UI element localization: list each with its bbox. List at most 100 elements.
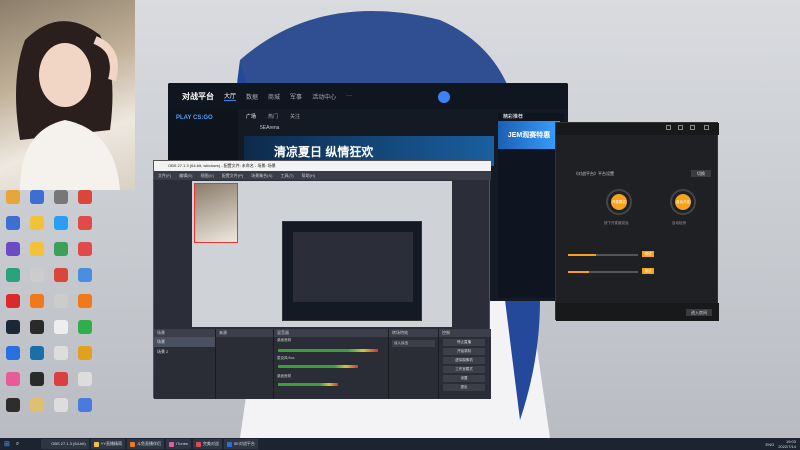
virtual-camera-button[interactable]: 虚拟摄像机: [443, 357, 485, 364]
user-name: 5EArena: [260, 125, 280, 131]
desktop-app-icon[interactable]: [50, 268, 72, 290]
desktop-app-icon[interactable]: [74, 398, 96, 420]
desktop-app-icon[interactable]: [2, 190, 24, 212]
menu-file[interactable]: 文件(F): [158, 173, 171, 179]
nav-lobby[interactable]: 大厅: [224, 91, 237, 101]
desktop-app-icon[interactable]: [2, 242, 24, 264]
close-icon[interactable]: [704, 125, 709, 130]
ptt-mode-toggle[interactable]: 开麦模式: [606, 189, 632, 215]
app-icon: [169, 441, 175, 447]
desktop-app-icon[interactable]: [74, 320, 96, 342]
taskbar-app-button[interactable]: 斗鱼直播伴侣: [127, 439, 165, 449]
desktop-app-icon[interactable]: [26, 398, 48, 420]
desktop-app-icon[interactable]: [26, 242, 48, 264]
desktop-app-icon[interactable]: [26, 346, 48, 368]
menu-tools[interactable]: 工具(T): [280, 173, 293, 179]
mic-test-button[interactable]: 测试: [642, 251, 654, 257]
desktop-app-icon[interactable]: [26, 216, 48, 238]
desktop-app-icon[interactable]: [74, 268, 96, 290]
desktop-app-icon[interactable]: [50, 294, 72, 316]
app-icon: [6, 294, 20, 308]
desktop-app-icon[interactable]: [74, 216, 96, 238]
desktop-app-icon[interactable]: [2, 398, 24, 420]
tab-hot[interactable]: 热门: [268, 113, 278, 120]
desktop-app-icon[interactable]: [26, 320, 48, 342]
desktop-app-icon[interactable]: [74, 294, 96, 316]
taskbar-app-button[interactable]: YY直播精简: [90, 439, 126, 449]
desktop-app-icon[interactable]: [50, 346, 72, 368]
taskbar-app-button[interactable]: 5E对战平台: [223, 439, 258, 449]
desktop-app-icon[interactable]: [50, 190, 72, 212]
settings-button[interactable]: 设置: [443, 375, 485, 382]
transition-select[interactable]: 淡入淡出: [392, 340, 435, 347]
jem-banner[interactable]: JEM观赛特惠: [498, 121, 560, 149]
obs-preview-canvas[interactable]: [192, 181, 452, 327]
menu-scene-collection[interactable]: 场景集合(S): [251, 173, 272, 179]
nav-store[interactable]: 商城: [268, 92, 280, 101]
taskbar-app-button[interactable]: OBS 27.1.3 (64-bit): [41, 439, 89, 449]
obs-window: OBS 27.1.3 (64-bit, windows) - 配置文件: 未命名…: [153, 160, 491, 399]
maximize-icon[interactable]: [678, 125, 683, 130]
desktop-app-icon[interactable]: [26, 190, 48, 212]
app-icon: [6, 372, 20, 386]
desktop-app-icon[interactable]: [50, 372, 72, 394]
desktop-app-icon[interactable]: [2, 268, 24, 290]
desktop-app-icon[interactable]: [50, 398, 72, 420]
stop-stream-button[interactable]: 停止直播: [443, 339, 485, 346]
taskbar-app-button[interactable]: 完美对战: [192, 439, 222, 449]
desktop-app-icon[interactable]: [2, 346, 24, 368]
desktop-app-icon[interactable]: [74, 346, 96, 368]
tab-follow[interactable]: 关注: [290, 113, 300, 120]
clock[interactable]: 19:03 2022/7/14: [778, 439, 796, 449]
mic-volume-slider[interactable]: [568, 254, 638, 256]
search-icon[interactable]: ⌕: [16, 441, 19, 448]
nav-military[interactable]: 军事: [290, 92, 302, 101]
app-icon: [195, 441, 201, 447]
desktop-app-icon[interactable]: [74, 372, 96, 394]
app-icon: [78, 268, 92, 282]
scene-item[interactable]: 场景 2: [154, 347, 215, 357]
tab-square[interactable]: 广场: [246, 113, 256, 120]
recommend-title: 精彩推荐: [503, 114, 524, 120]
speaker-test-button[interactable]: 测试: [642, 268, 654, 274]
studio-mode-button[interactable]: 工作室模式: [443, 366, 485, 373]
desktop-app-icon[interactable]: [74, 242, 96, 264]
app-icon: [54, 268, 68, 282]
menu-view[interactable]: 视图(V): [200, 173, 213, 179]
nav-more[interactable]: ···: [346, 93, 352, 99]
play-csgo-button[interactable]: PLAY CS:GO: [176, 115, 213, 121]
start-recording-button[interactable]: 开始录制: [443, 348, 485, 355]
menu-profile[interactable]: 配置文件(P): [222, 173, 243, 179]
desktop-app-icon[interactable]: [2, 320, 24, 342]
nav-data[interactable]: 数据: [246, 92, 258, 101]
desktop-app-icon[interactable]: [26, 268, 48, 290]
auto-mic-toggle[interactable]: 自动开麦: [670, 189, 696, 215]
menu-edit[interactable]: 编辑(E): [179, 173, 192, 179]
taskbar-app-label: YY直播精简: [100, 441, 123, 446]
desktop-app-icon[interactable]: [50, 320, 72, 342]
desktop-app-icon[interactable]: [50, 216, 72, 238]
language-indicator[interactable]: ENG: [766, 442, 775, 447]
desktop-app-icon[interactable]: [26, 372, 48, 394]
switch-button[interactable]: 切换: [691, 170, 711, 177]
minimize-icon[interactable]: [666, 125, 671, 130]
scene-item[interactable]: 场景: [154, 337, 215, 347]
menu-help[interactable]: 帮助(H): [302, 173, 316, 179]
desktop-app-icon[interactable]: [2, 294, 24, 316]
speaker-volume-slider[interactable]: [568, 271, 638, 273]
taskbar-app-button[interactable]: iTunes: [166, 439, 191, 449]
nav-events[interactable]: 活动中心: [312, 92, 336, 101]
desktop-app-icon[interactable]: [26, 294, 48, 316]
taskbar-apps: OBS 27.1.3 (64-bit) YY直播精简 斗鱼直播伴侣 iTunes 完美对…: [39, 439, 258, 449]
preview-webcam-source[interactable]: [194, 183, 238, 243]
desktop-app-icon[interactable]: [2, 372, 24, 394]
avatar[interactable]: [438, 91, 450, 103]
desktop-app-icon[interactable]: [50, 242, 72, 264]
dock-mixer-header: 混音器: [274, 329, 388, 337]
desktop-app-icon[interactable]: [74, 190, 96, 212]
start-icon[interactable]: ⊞: [4, 440, 10, 448]
desktop-app-icon[interactable]: [2, 216, 24, 238]
enter-room-button[interactable]: 进入房间: [686, 309, 712, 316]
restore-icon[interactable]: [690, 125, 695, 130]
exit-button[interactable]: 退出: [443, 384, 485, 391]
